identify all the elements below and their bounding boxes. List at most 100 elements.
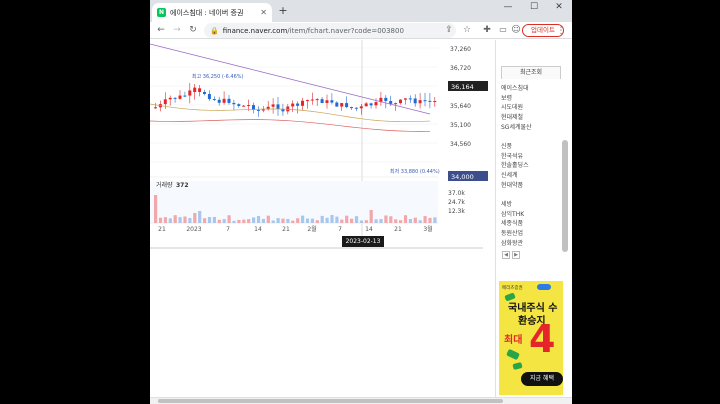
minimize-button[interactable]: — (495, 0, 521, 16)
share-icon[interactable]: ⇪ (442, 23, 456, 37)
recent-stock-item[interactable]: 한국석유 (501, 152, 529, 162)
candle-body (374, 102, 378, 106)
volume-panel-bg (150, 181, 438, 223)
close-window-button[interactable]: ✕ (546, 0, 572, 16)
volume-value: 372 (176, 182, 189, 189)
chrome-menu-icon[interactable]: ⋮ (556, 24, 566, 38)
candle-body (325, 100, 329, 104)
recent-stock-item[interactable]: 보령 (501, 94, 532, 104)
ad-cta-button[interactable]: 지금 혜택 (521, 372, 563, 386)
volume-bar (276, 218, 280, 223)
last-price-label: 34,000 (451, 173, 474, 181)
recent-stock-item[interactable]: 세방 (501, 200, 524, 210)
sidepanel-icon[interactable]: ▭ (496, 23, 510, 37)
volume-bar (345, 215, 349, 223)
ad-headline-3: 최대 (504, 335, 523, 346)
recent-view-tab[interactable]: 최근조회 (501, 66, 561, 79)
recent-stock-item[interactable]: 신풍 (501, 142, 529, 152)
tab-close-icon[interactable]: ✕ (260, 8, 267, 17)
recent-stock-item[interactable]: 에이스침대 (501, 84, 532, 94)
candle-body (335, 102, 339, 107)
recent-stock-item[interactable]: 한솔홀딩스 (501, 161, 529, 171)
address-bar[interactable]: 🔒 finance.naver.com/item/fchart.naver?co… (204, 23, 456, 38)
candle-body (188, 90, 192, 96)
volume-bar (374, 219, 378, 223)
new-tab-button[interactable]: + (276, 4, 290, 18)
recent-stock-item[interactable]: SG세계물산 (501, 123, 532, 133)
browser-tab[interactable]: N 에이스침대 : 네이버 증권 ✕ (152, 3, 272, 22)
extensions-icon[interactable]: ✚ (480, 23, 494, 37)
volume-bar (237, 219, 241, 223)
volume-bar (408, 218, 412, 223)
candle-body (168, 97, 172, 100)
candle-body (350, 107, 353, 109)
volume-bar (335, 216, 339, 223)
x-tick-label: 2023 (186, 226, 201, 233)
sidebar-scrollbar[interactable] (562, 140, 568, 252)
lock-icon: 🔒 (210, 26, 219, 35)
candle-body (403, 98, 407, 100)
horizontal-scrollbar[interactable] (150, 397, 572, 404)
volume-bar (389, 216, 393, 223)
volume-bar (296, 218, 300, 223)
forward-button[interactable]: → (170, 23, 184, 37)
profile-avatar-icon[interactable]: ☺ (509, 23, 523, 37)
ad-big-number: 4 (529, 317, 556, 361)
volume-bar (301, 215, 305, 223)
volume-bar (168, 218, 172, 223)
volume-bar (359, 220, 363, 223)
volume-bar (418, 220, 422, 223)
volume-bar (428, 217, 432, 223)
volume-bar (212, 216, 216, 223)
recent-list-1: 에이스침대 보령 시도데원 현대제철 SG세계물산 (501, 84, 532, 133)
candle-body (232, 102, 236, 105)
horizontal-scroll-thumb[interactable] (158, 399, 503, 403)
candle-body (183, 95, 187, 97)
recent-stock-item[interactable]: 신세계 (501, 171, 529, 181)
recent-stock-item[interactable]: 현대약품 (501, 181, 529, 191)
volume-tick-label: 12.3k (448, 208, 465, 215)
volume-bar (354, 216, 359, 223)
stock-chart[interactable]: 37,260 36,720 36,164 35,640 35,100 34,560 34,0… (150, 40, 495, 252)
price-tick-label: 35,100 (450, 122, 471, 129)
x-tick-label: 14 (365, 226, 373, 233)
candle-body (423, 100, 427, 102)
ad-chip (537, 284, 551, 290)
maximize-button[interactable]: ☐ (521, 0, 547, 16)
price-tick-label: 36,720 (450, 65, 471, 72)
recent-list-3: 세방 삼익THK 세종식품 동원산업 삼화왕관 (501, 200, 524, 249)
recent-stock-item[interactable]: 시도데원 (501, 103, 532, 113)
bookmark-star-icon[interactable]: ☆ (460, 23, 474, 37)
candle-body (305, 100, 309, 102)
x-tick-label: 21 (282, 226, 290, 233)
candle-body (364, 103, 368, 107)
recent-stock-item[interactable]: 삼익THK (501, 210, 524, 220)
ad-banner[interactable]: 메리츠증권 국내주식 수 환승지 최대 4 지금 혜택 (499, 281, 563, 395)
recent-stock-item[interactable]: 현대제철 (501, 113, 532, 123)
candle-body (399, 99, 402, 104)
current-price-label: 36,164 (451, 83, 474, 91)
candle-body (315, 99, 319, 101)
candle-body (433, 100, 437, 102)
volume-bar (232, 220, 236, 223)
candle-body (193, 87, 197, 92)
candle-body (178, 95, 182, 99)
recent-stock-item[interactable]: 동원산업 (501, 229, 524, 239)
recent-list-2: 신풍 한국석유 한솔홀딩스 신세계 현대약품 (501, 142, 529, 191)
volume-bar (330, 215, 334, 223)
volume-tick-label: 37.0k (448, 190, 465, 197)
reload-button[interactable]: ↻ (186, 23, 200, 37)
volume-bar (281, 218, 285, 223)
recent-stock-item[interactable]: 삼화왕관 (501, 239, 524, 249)
volume-bar (384, 215, 388, 223)
pager-next-button[interactable]: ▶ (512, 251, 520, 259)
pager-prev-button[interactable]: ◀ (502, 251, 510, 259)
volume-bar (203, 218, 207, 223)
volume-bar (222, 219, 226, 223)
money-icon (506, 348, 520, 361)
recent-stock-item[interactable]: 세종식품 (501, 219, 524, 229)
candle-body (291, 103, 295, 107)
candle-body (413, 98, 417, 104)
back-button[interactable]: ← (154, 23, 168, 37)
volume-bar (315, 220, 319, 223)
